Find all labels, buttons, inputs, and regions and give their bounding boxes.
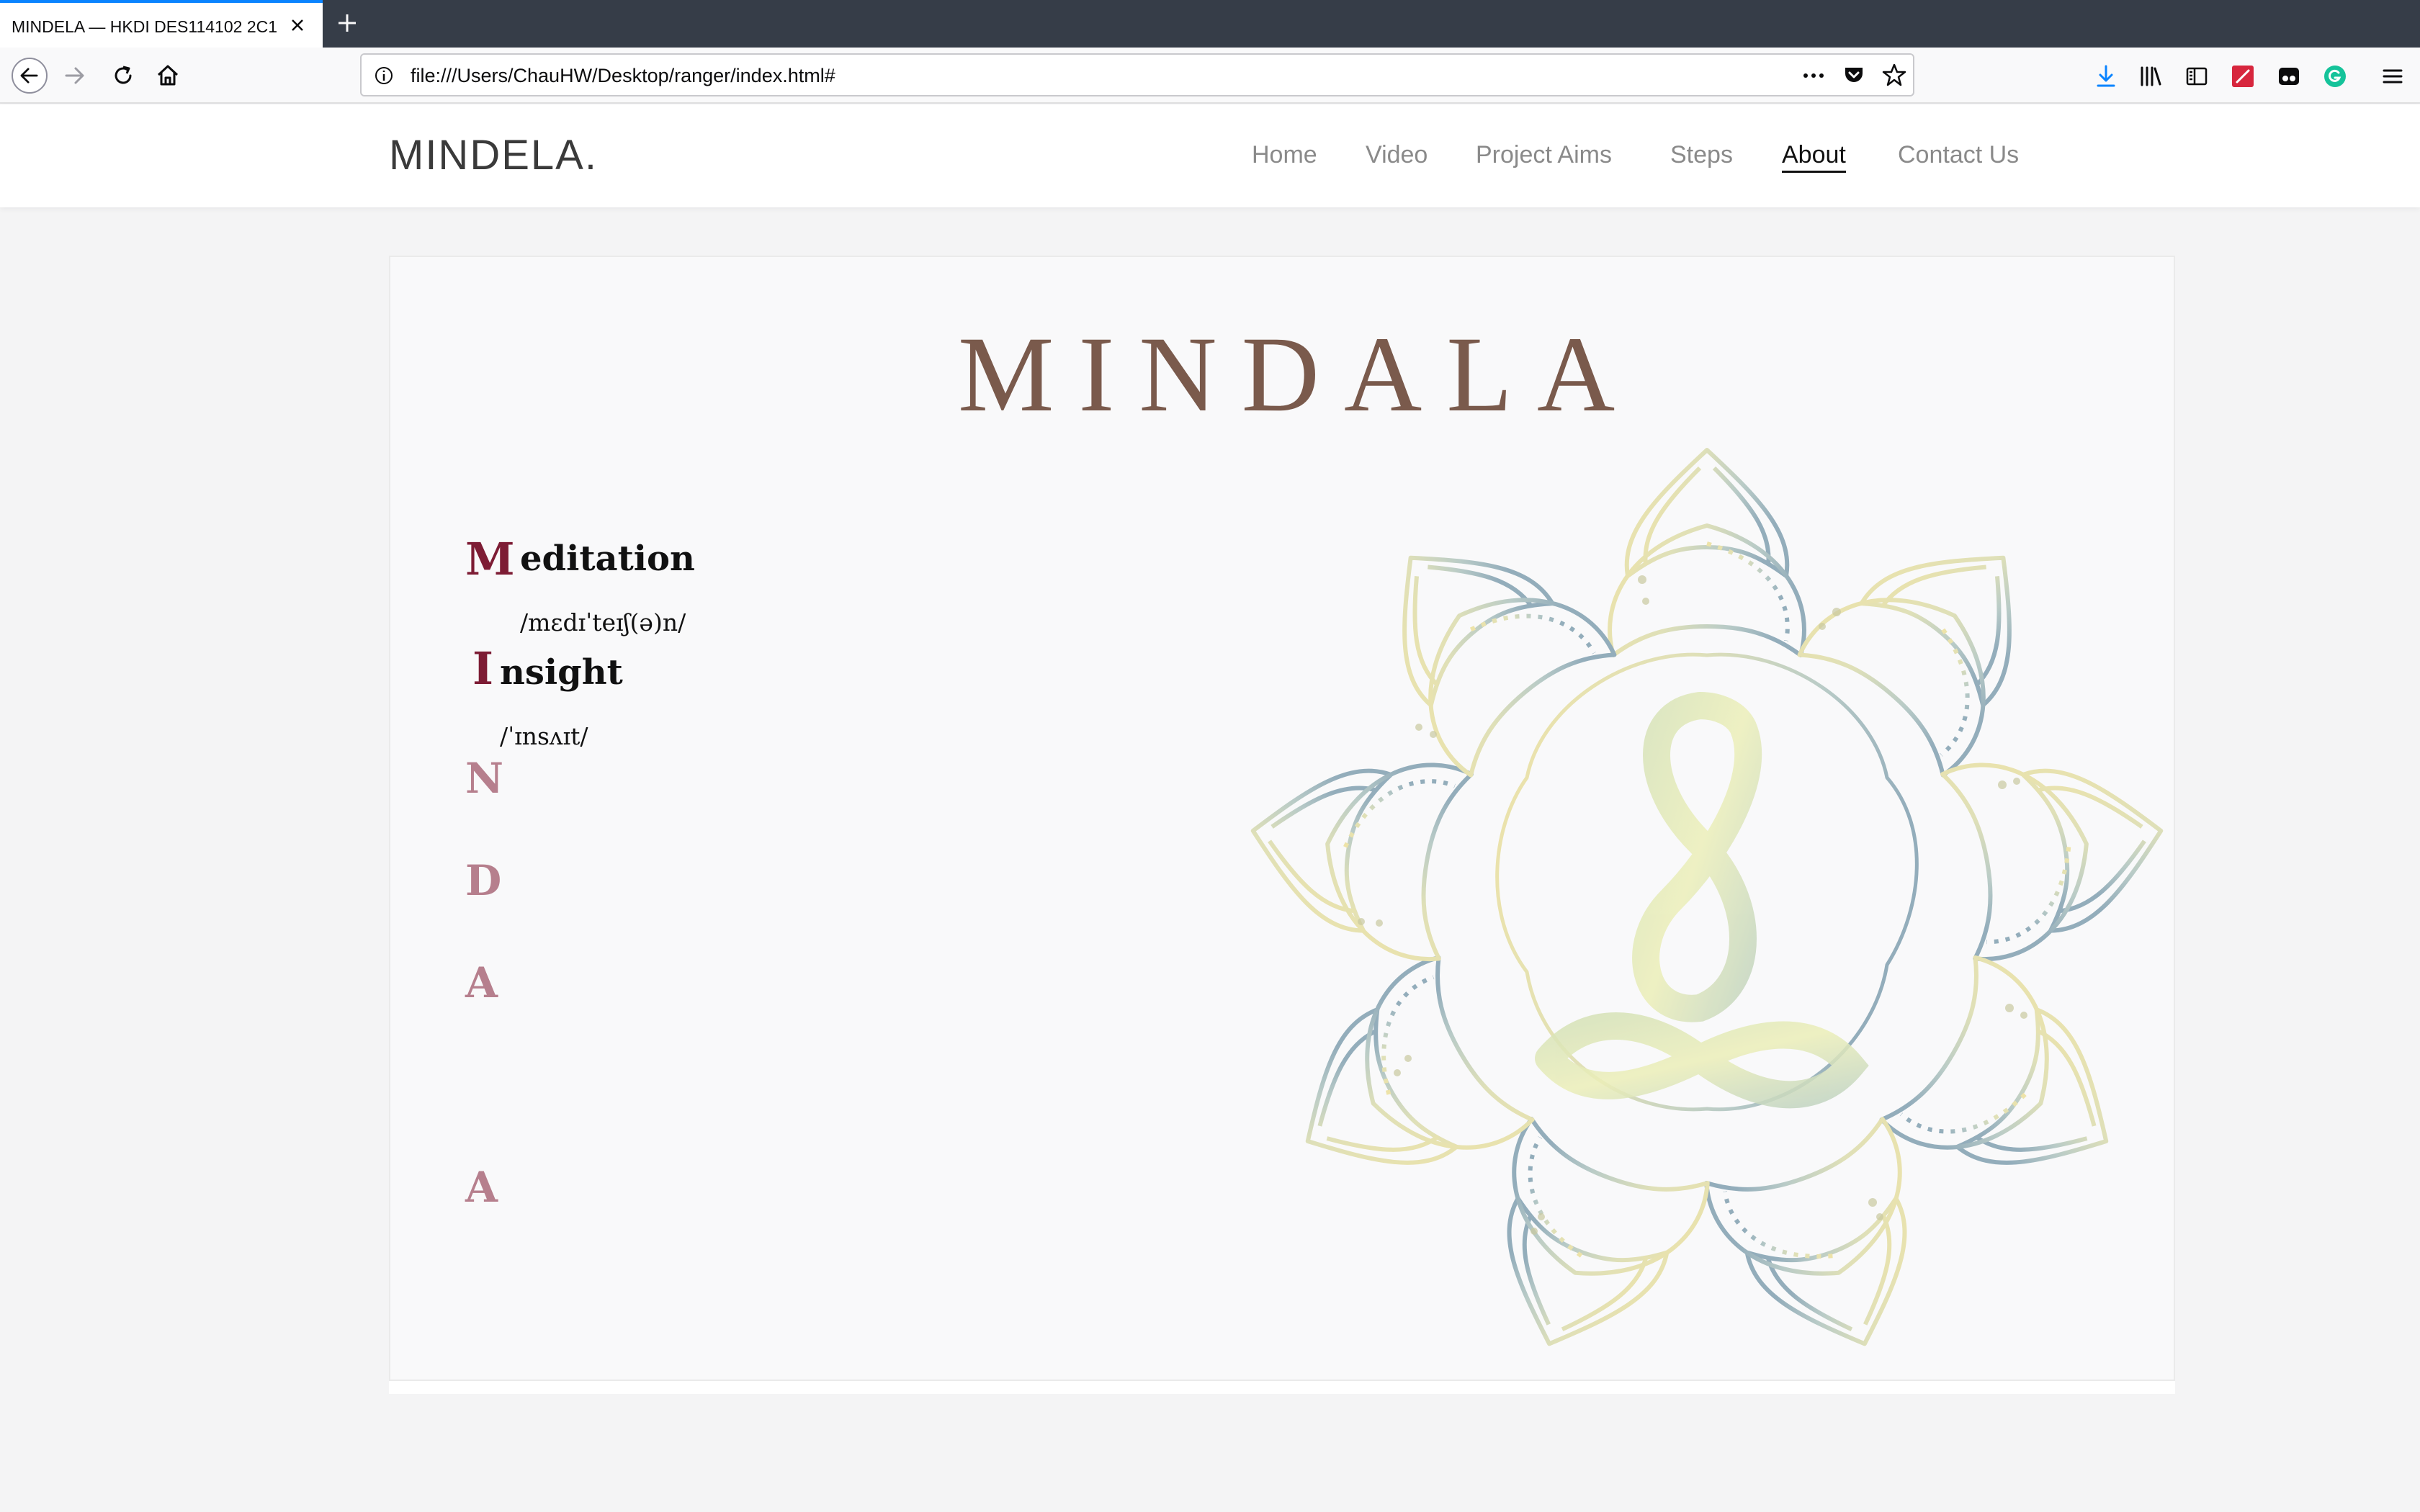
acronym-letter-a-second[interactable]: A — [465, 1166, 498, 1208]
sidebar-icon[interactable] — [2182, 62, 2211, 91]
nav-home[interactable]: Home — [1252, 139, 1317, 171]
pronunciation-insight: /ˈɪnsʌɪt/ — [500, 722, 588, 750]
pen-extension-icon[interactable] — [2228, 62, 2257, 91]
navigation-toolbar: file:///Users/ChauHW/Desktop/ranger/inde… — [0, 48, 2420, 104]
acronym-letter-a-first[interactable]: A — [465, 962, 498, 1004]
acronym-letter-n[interactable]: N — [465, 757, 503, 799]
forward-arrow-icon[interactable] — [58, 58, 94, 94]
library-icon[interactable] — [2136, 62, 2165, 91]
nav-steps[interactable]: Steps — [1670, 139, 1733, 171]
nav-about[interactable]: About — [1782, 139, 1846, 173]
close-icon[interactable] — [287, 14, 308, 36]
pronunciation-meditation: /mɛdɪˈteɪʃ(ə)n/ — [520, 608, 686, 636]
about-title: MINDALA — [958, 315, 1640, 434]
acronym-word-insight: nsight — [500, 652, 623, 693]
back-arrow-icon[interactable] — [12, 58, 48, 94]
site-logo[interactable]: MINDELA. — [389, 130, 598, 181]
tab-extension-icon[interactable] — [2275, 62, 2303, 91]
acronym-letter-i: I — [472, 642, 494, 695]
star-icon[interactable] — [1881, 62, 1907, 88]
site-header: MINDELA. Home Video Project Aims Steps A… — [0, 104, 2420, 207]
nav-video[interactable]: Video — [1366, 139, 1428, 171]
tab-bar: MINDELA — HKDI DES114102 2C1 F — [0, 0, 2420, 48]
pocket-icon[interactable] — [1841, 62, 1867, 88]
home-icon[interactable] — [150, 58, 186, 94]
grammarly-icon[interactable] — [2321, 62, 2349, 91]
mandala-illustration — [1239, 448, 2175, 1382]
plus-icon[interactable] — [333, 9, 362, 37]
download-icon[interactable] — [2092, 62, 2120, 91]
url-bar[interactable]: file:///Users/ChauHW/Desktop/ranger/inde… — [360, 53, 1914, 96]
tab-title: MINDELA — HKDI DES114102 2C1 F — [12, 17, 277, 36]
info-icon[interactable] — [372, 63, 396, 88]
nav-contact-us[interactable]: Contact Us — [1898, 139, 2019, 171]
section-divider — [389, 1381, 2175, 1394]
reload-icon[interactable] — [105, 58, 141, 94]
acronym-word-meditation: editation — [520, 539, 695, 579]
hamburger-menu-icon[interactable] — [2378, 62, 2407, 91]
active-tab[interactable]: MINDELA — HKDI DES114102 2C1 F — [0, 0, 323, 48]
nav-project-aims[interactable]: Project Aims — [1476, 139, 1612, 171]
acronym-letter-d[interactable]: D — [465, 860, 501, 901]
more-dots-icon[interactable] — [1799, 63, 1828, 88]
acronym-letter-m: M — [465, 533, 515, 585]
url-text[interactable]: file:///Users/ChauHW/Desktop/ranger/inde… — [411, 63, 835, 88]
